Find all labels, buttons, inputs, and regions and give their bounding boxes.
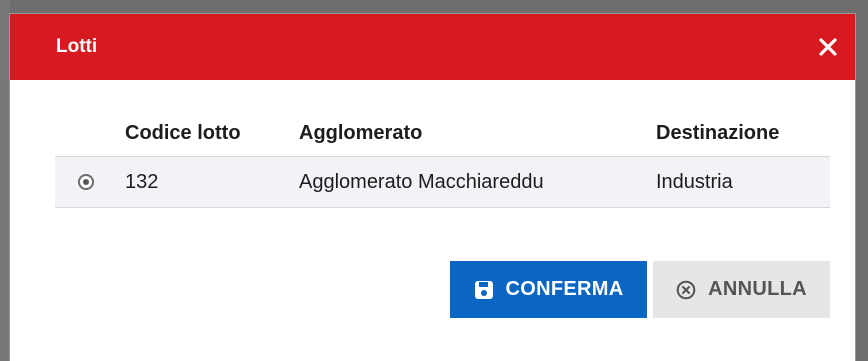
column-header-codice-lotto: Codice lotto: [125, 118, 299, 157]
save-icon: [474, 280, 493, 299]
confirm-button[interactable]: CONFERMA: [450, 261, 647, 318]
cancel-circle-icon: [676, 280, 696, 299]
dialog-title: Lotti: [56, 36, 98, 57]
cell-codice-lotto: 132: [125, 156, 299, 208]
page-backdrop: [0, 0, 10, 361]
table-header-row: Codice lotto Agglomerato Destinazione: [55, 118, 830, 157]
lotti-dialog: Lotti Codice lotto Agglomerato Destinazi…: [10, 14, 855, 361]
column-header-destinazione: Destinazione: [656, 118, 830, 157]
row-radio-button[interactable]: [78, 174, 94, 190]
select-column-header: [55, 118, 125, 157]
cancel-label: ANNULLA: [708, 278, 807, 300]
cell-agglomerato: Agglomerato Macchiareddu: [299, 156, 656, 208]
cell-destinazione: Industria: [656, 156, 830, 208]
confirm-label: CONFERMA: [505, 278, 624, 300]
dialog-header: Lotti: [10, 14, 855, 80]
table-row[interactable]: 132 Agglomerato Macchiareddu Industria: [55, 156, 830, 208]
lotti-table: Codice lotto Agglomerato Destinazione 13…: [55, 118, 830, 208]
close-button[interactable]: [814, 33, 842, 61]
close-icon: [819, 38, 837, 56]
column-header-agglomerato: Agglomerato: [299, 118, 656, 157]
row-select-cell: [55, 156, 125, 208]
cancel-button[interactable]: ANNULLA: [653, 261, 830, 318]
lotti-table-wrap: Codice lotto Agglomerato Destinazione 13…: [55, 118, 830, 208]
